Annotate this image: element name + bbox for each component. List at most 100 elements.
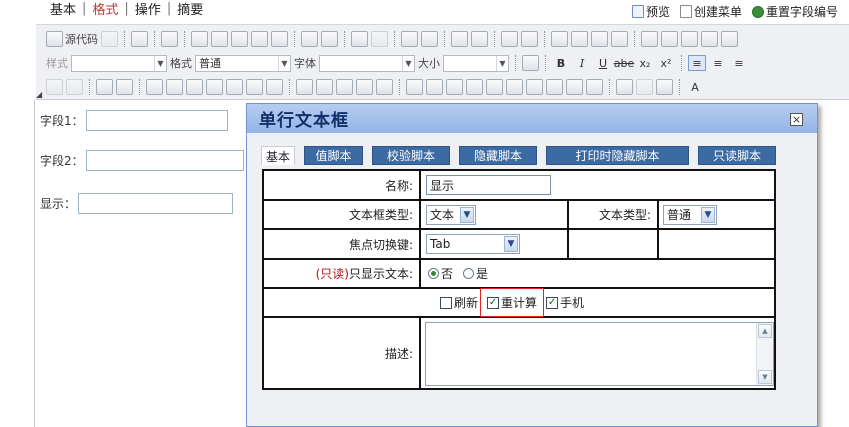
align-right-button[interactable]: ≡: [730, 55, 748, 71]
display-field-input[interactable]: [78, 193, 234, 214]
align-center-button[interactable]: ≡: [709, 55, 727, 71]
tree-icon[interactable]: [246, 79, 263, 95]
tab-validation-script[interactable]: 校验脚本: [372, 146, 450, 165]
copy-icon[interactable]: [211, 31, 228, 47]
menu-item-summary[interactable]: 摘要: [173, 0, 207, 18]
cut-icon[interactable]: [191, 31, 208, 47]
create-menu-button[interactable]: 创建菜单: [680, 3, 742, 20]
underline-button[interactable]: U: [594, 55, 612, 71]
web-icon[interactable]: [586, 79, 603, 95]
reset-field-numbers-button[interactable]: 重置字段编号: [752, 3, 838, 20]
flash-icon[interactable]: [661, 31, 678, 47]
recalculate-checkbox[interactable]: ✓ 重计算: [487, 294, 537, 311]
chart-icon[interactable]: [426, 79, 443, 95]
calendar-icon[interactable]: [506, 79, 523, 95]
italic-button[interactable]: I: [573, 55, 591, 71]
photo-icon[interactable]: [526, 79, 543, 95]
picture-field-icon[interactable]: [446, 79, 463, 95]
link-icon[interactable]: [616, 79, 633, 95]
size-select[interactable]: ▼: [443, 54, 509, 72]
remove-format-icon[interactable]: [471, 31, 488, 47]
anchor-icon[interactable]: [656, 79, 673, 95]
select-all-icon[interactable]: [451, 31, 468, 47]
link-field-icon[interactable]: [186, 79, 203, 95]
superscript-button[interactable]: x²: [657, 55, 675, 71]
mobile-checkbox[interactable]: ✓ 手机: [546, 294, 584, 311]
list-field-icon[interactable]: [146, 79, 163, 95]
tab-value-script[interactable]: 值脚本: [304, 146, 363, 165]
smiley-icon[interactable]: [721, 31, 738, 47]
focus-key-select[interactable]: Tab ▼: [426, 234, 520, 254]
text-type-select[interactable]: 普通 ▼: [663, 204, 717, 225]
template-icon[interactable]: [161, 31, 178, 47]
numbered-list-icon[interactable]: [501, 31, 518, 47]
preview-page-icon[interactable]: [131, 31, 148, 47]
menu-item-basic[interactable]: 基本: [46, 0, 80, 18]
menu-item-operation[interactable]: 操作: [131, 0, 165, 18]
hidden-field-icon[interactable]: [316, 79, 333, 95]
settings-icon[interactable]: [226, 79, 243, 95]
refresh-checkbox[interactable]: 刷新: [440, 294, 478, 311]
div-container-icon[interactable]: [611, 31, 628, 47]
box-type-select[interactable]: 文本 ▼: [426, 204, 476, 225]
save-icon[interactable]: [101, 31, 118, 47]
pencil-icon[interactable]: [406, 79, 423, 95]
field-2-input[interactable]: [85, 150, 244, 171]
tab-readonly-script[interactable]: 只读脚本: [698, 146, 776, 165]
name-input[interactable]: 显示: [426, 175, 551, 195]
embed-icon[interactable]: [356, 79, 373, 95]
attachment-icon[interactable]: [466, 79, 483, 95]
menu-item-format[interactable]: 格式: [88, 0, 122, 18]
description-scrollbar[interactable]: ▲ ▼: [756, 323, 773, 385]
source-code-button[interactable]: 源代码: [46, 31, 98, 47]
tab-basic[interactable]: 基本: [261, 146, 295, 165]
frame-icon[interactable]: [546, 79, 563, 95]
indent-icon[interactable]: [571, 31, 588, 47]
image-icon[interactable]: [641, 31, 658, 47]
find-icon[interactable]: [401, 31, 418, 47]
bulleted-list-icon[interactable]: [521, 31, 538, 47]
unlink-icon[interactable]: [636, 79, 653, 95]
view-field-icon[interactable]: [336, 79, 353, 95]
strikethrough-button[interactable]: abe: [614, 55, 635, 71]
close-button[interactable]: ×: [790, 113, 803, 126]
checkbox-field-icon[interactable]: [46, 79, 63, 95]
maximize-icon[interactable]: [522, 55, 539, 71]
subscript-button[interactable]: x₂: [636, 55, 654, 71]
font-select[interactable]: ▼: [319, 54, 415, 72]
field-1-input[interactable]: [85, 110, 228, 131]
tab-print-hide-script[interactable]: 打印时隐藏脚本: [546, 146, 689, 165]
paste-text-icon[interactable]: [251, 31, 268, 47]
redo-icon[interactable]: [371, 31, 388, 47]
radio-field-icon[interactable]: [66, 79, 83, 95]
document-icon[interactable]: [566, 79, 583, 95]
window-icon[interactable]: [486, 79, 503, 95]
paste-icon[interactable]: [231, 31, 248, 47]
dialog-title-bar[interactable]: 单行文本框 ×: [247, 104, 817, 133]
outdent-icon[interactable]: [551, 31, 568, 47]
zoom-icon[interactable]: [376, 79, 393, 95]
grid-icon[interactable]: [266, 79, 283, 95]
tab-hide-script[interactable]: 隐藏脚本: [459, 146, 537, 165]
paste-word-icon[interactable]: [271, 31, 288, 47]
scroll-down-icon[interactable]: ▼: [758, 370, 772, 384]
textfield-icon[interactable]: [96, 79, 113, 95]
text-color-button[interactable]: A: [686, 79, 704, 95]
undo-icon[interactable]: [351, 31, 368, 47]
scroll-up-icon[interactable]: ▲: [758, 324, 772, 338]
blockquote-icon[interactable]: [591, 31, 608, 47]
description-textarea[interactable]: ▲ ▼: [425, 322, 774, 386]
readonly-option-no[interactable]: 否: [428, 265, 453, 282]
replace-icon[interactable]: [421, 31, 438, 47]
style-select[interactable]: ▼: [71, 54, 167, 72]
textarea-icon[interactable]: [116, 79, 133, 95]
horizontal-rule-icon[interactable]: [701, 31, 718, 47]
format-select[interactable]: 普通 ▼: [195, 54, 291, 72]
print-icon[interactable]: [301, 31, 318, 47]
house-icon[interactable]: [206, 79, 223, 95]
table-icon[interactable]: [681, 31, 698, 47]
align-left-button[interactable]: ≡: [688, 55, 706, 71]
bold-button[interactable]: B: [552, 55, 570, 71]
date-field-icon[interactable]: [166, 79, 183, 95]
spellcheck-icon[interactable]: [321, 31, 338, 47]
